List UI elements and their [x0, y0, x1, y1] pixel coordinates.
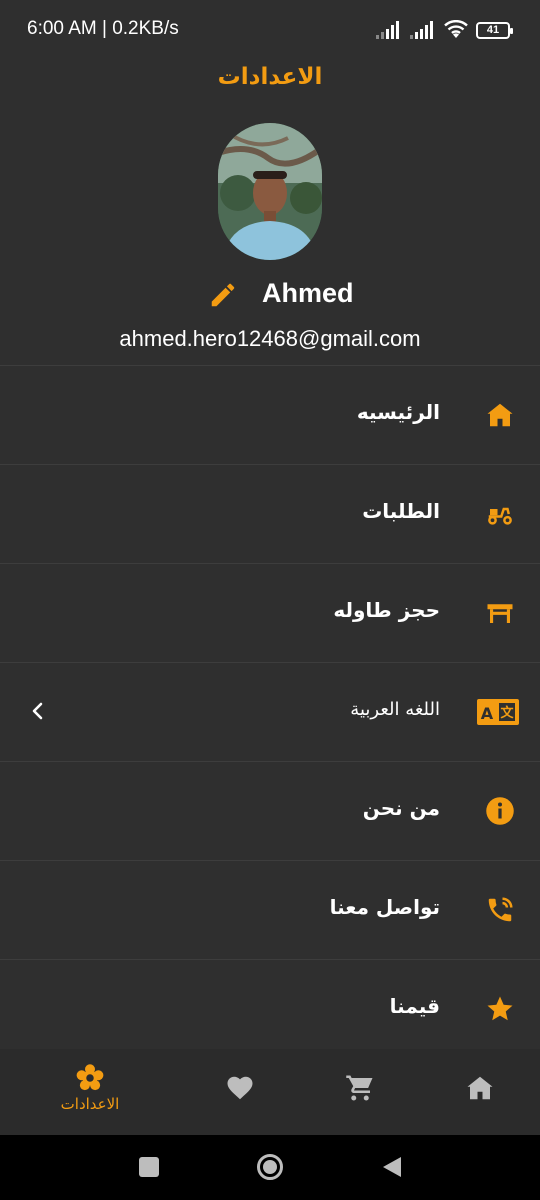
nav-item-cart[interactable] — [310, 1063, 410, 1123]
status-icons: 41 — [376, 18, 513, 42]
svg-text:A: A — [481, 704, 494, 723]
menu-item-label: الرئيسيه — [356, 400, 440, 424]
battery-icon: 41 — [476, 21, 513, 39]
bottom-navigation: الاعدادات — [0, 1049, 540, 1135]
menu-item-language[interactable]: A文 اللغه العربية — [0, 662, 540, 761]
edit-icon[interactable] — [208, 280, 238, 310]
wifi-icon — [444, 20, 468, 38]
signal-icon — [376, 21, 399, 39]
system-navigation-bar — [0, 1135, 540, 1200]
svg-text:文: 文 — [500, 705, 514, 721]
nav-item-settings[interactable]: الاعدادات — [40, 1063, 140, 1123]
home-button-icon[interactable] — [256, 1153, 284, 1181]
menu-item-label: الطلبات — [362, 499, 440, 523]
recent-apps-icon[interactable] — [138, 1156, 160, 1178]
user-name: Ahmed — [262, 278, 354, 308]
cart-icon — [346, 1075, 373, 1101]
info-icon — [482, 793, 518, 829]
menu-item-label: اللغه العربية — [350, 699, 440, 720]
battery-level: 41 — [486, 24, 500, 36]
page-title: الاعدادات — [217, 64, 323, 90]
settings-menu: الرئيسيه الطلبات حجز طاوله A文 اللغه العر… — [0, 365, 540, 1058]
heart-icon — [227, 1076, 253, 1100]
status-time: 6:00 AM | 0.2KB/s — [27, 18, 179, 39]
menu-item-label: تواصل معنا — [329, 895, 440, 919]
avatar[interactable] — [218, 123, 322, 260]
nav-item-favorites[interactable] — [190, 1063, 290, 1123]
menu-item-rate-us[interactable]: قيمنا — [0, 959, 540, 1058]
nav-item-home[interactable] — [430, 1063, 530, 1123]
menu-item-label: حجز طاوله — [333, 598, 440, 622]
menu-item-about[interactable]: من نحن — [0, 761, 540, 860]
scooter-icon — [482, 496, 518, 532]
star-icon — [482, 991, 518, 1027]
table-icon — [482, 595, 518, 631]
nav-label-settings: الاعدادات — [60, 1095, 120, 1113]
translate-icon: A文 — [476, 694, 520, 730]
back-icon[interactable] — [380, 1155, 404, 1179]
menu-item-table-booking[interactable]: حجز طاوله — [0, 563, 540, 662]
avatar-photo — [218, 123, 322, 260]
status-bar: 6:00 AM | 0.2KB/s 41 — [0, 0, 540, 58]
menu-item-orders[interactable]: الطلبات — [0, 464, 540, 563]
settings-icon — [76, 1064, 104, 1091]
user-email: ahmed.hero12468@gmail.com — [119, 326, 421, 351]
profile-name-row: Ahmed — [0, 276, 540, 316]
chevron-left-icon[interactable] — [28, 699, 48, 723]
menu-item-home[interactable]: الرئيسيه — [0, 365, 540, 464]
home-icon — [467, 1076, 493, 1100]
menu-item-contact[interactable]: تواصل معنا — [0, 860, 540, 959]
home-icon — [482, 397, 518, 433]
phone-call-icon — [482, 892, 518, 928]
signal-icon-2 — [410, 21, 433, 39]
menu-item-label: قيمنا — [389, 994, 440, 1018]
menu-item-label: من نحن — [362, 796, 440, 820]
